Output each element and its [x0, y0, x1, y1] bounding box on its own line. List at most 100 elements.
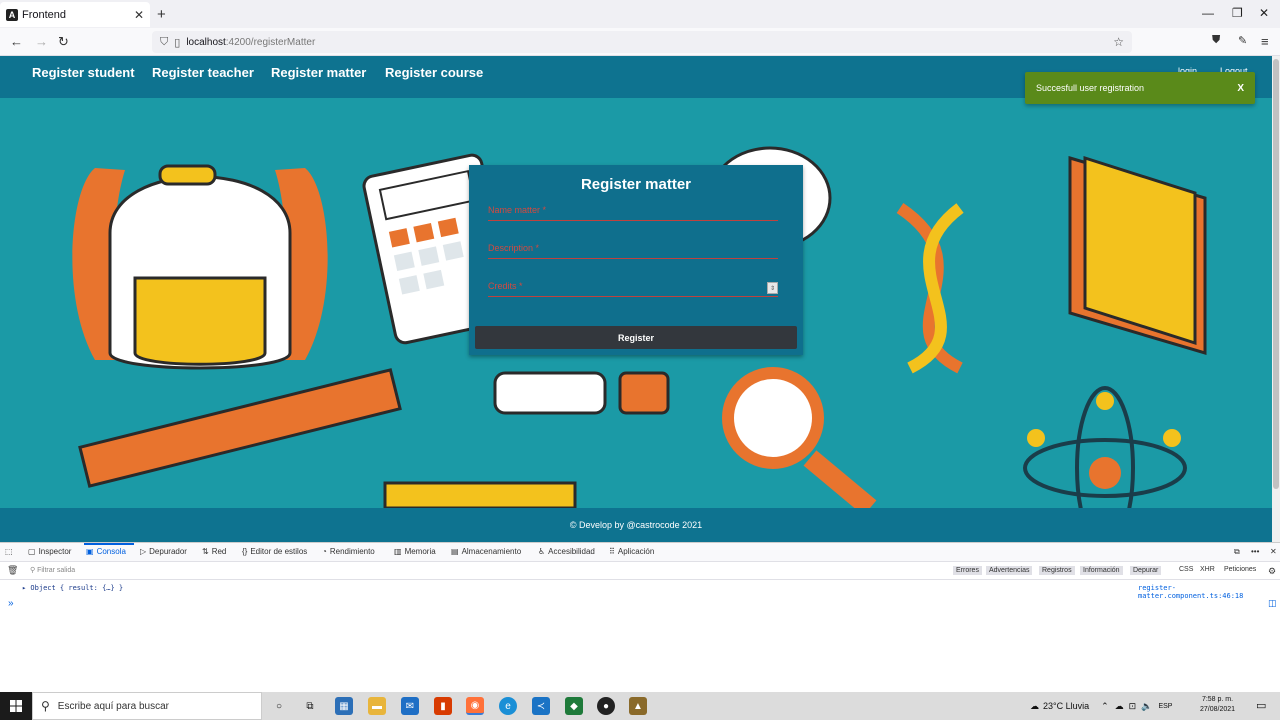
- devtools-tab-style-editor[interactable]: {} Editor de estilos: [242, 547, 307, 556]
- split-console-icon[interactable]: ◫: [1268, 598, 1277, 609]
- description-field[interactable]: Description *: [488, 243, 778, 259]
- task-view-icon[interactable]: ⧉: [301, 697, 319, 715]
- filter-debug[interactable]: Depurar: [1130, 566, 1162, 575]
- console-log-entry[interactable]: ▸ Object { result: {…} }: [22, 584, 123, 592]
- new-tab-icon[interactable]: +: [157, 6, 166, 23]
- settings-gear-icon[interactable]: ⚙: [1268, 566, 1276, 577]
- tab-label: Rendimiento: [329, 547, 375, 556]
- performance-icon: ◔: [322, 547, 327, 556]
- network-icon[interactable]: ⊡: [1129, 701, 1137, 712]
- windows-start-button[interactable]: [0, 692, 32, 720]
- clock[interactable]: 7:58 p. m. 27/08/2021: [1200, 695, 1235, 715]
- filter-placeholder: Filtrar salida: [37, 567, 76, 574]
- mongodb-icon[interactable]: ◆: [565, 697, 583, 715]
- filter-css[interactable]: CSS: [1179, 566, 1193, 573]
- close-window-icon[interactable]: ✕: [1259, 6, 1269, 20]
- devtools-tab-storage[interactable]: ▤ Almacenamiento: [451, 547, 521, 556]
- tab-label: Consola: [96, 547, 126, 556]
- console-icon: ▣: [86, 547, 94, 556]
- pocket-icon[interactable]: ⛊: [1212, 34, 1220, 47]
- browser-tab[interactable]: A Frontend ✕: [0, 2, 150, 27]
- snackbar-message: Succesfull user registration: [1036, 83, 1145, 93]
- nav-register-student[interactable]: Register student: [32, 65, 135, 80]
- back-icon[interactable]: ←: [10, 34, 23, 49]
- url-path: :4200/registerMatter: [225, 36, 316, 48]
- filter-xhr[interactable]: XHR: [1200, 566, 1215, 573]
- extension-icon[interactable]: ✎: [1238, 34, 1247, 47]
- weather-icon: ☁: [1030, 700, 1039, 711]
- tab-title: Frontend: [22, 8, 67, 21]
- onedrive-icon[interactable]: ☁: [1115, 701, 1124, 712]
- page-icon: ▯: [174, 36, 181, 49]
- nav-register-course[interactable]: Register course: [385, 65, 483, 80]
- file-explorer-icon[interactable]: ▬: [368, 697, 386, 715]
- devtools-tab-application[interactable]: ⠿ Aplicación: [609, 547, 654, 556]
- filter-logs[interactable]: Registros: [1039, 566, 1075, 575]
- mail-icon[interactable]: ✉: [401, 697, 419, 715]
- url-bar[interactable]: ⛉ ▯ localhost:4200/registerMatter ☆: [152, 31, 1132, 53]
- network-icon: ⇅: [202, 547, 209, 556]
- console-log-source-link[interactable]: register-matter.component.ts:46:18: [1138, 584, 1280, 600]
- search-icon: ⚲: [41, 699, 50, 713]
- tab-label: Memoria: [404, 547, 436, 556]
- minimize-icon[interactable]: —: [1202, 6, 1214, 20]
- close-tab-icon[interactable]: ✕: [134, 8, 144, 22]
- maximize-icon[interactable]: ❐: [1232, 6, 1243, 20]
- browser-tab-bar: [0, 0, 1280, 28]
- cortana-icon[interactable]: ○: [270, 697, 288, 715]
- nav-register-teacher[interactable]: Register teacher: [152, 65, 254, 80]
- vscode-icon[interactable]: ≺: [532, 697, 550, 715]
- firefox-icon[interactable]: ◉: [466, 697, 484, 715]
- reload-icon[interactable]: ↻: [58, 34, 69, 50]
- app-icon[interactable]: ●: [597, 697, 615, 715]
- game-icon[interactable]: ▲: [629, 697, 647, 715]
- nav-register-matter[interactable]: Register matter: [271, 65, 366, 80]
- trash-icon[interactable]: 🗑: [7, 565, 18, 576]
- devtools-tab-network[interactable]: ⇅ Red: [202, 547, 226, 556]
- pick-element-icon[interactable]: ⬚: [5, 547, 16, 556]
- url-host: localhost: [186, 36, 226, 48]
- bookmark-star-icon[interactable]: ☆: [1113, 35, 1124, 49]
- tab-label: Editor de estilos: [250, 547, 308, 556]
- filter-errors[interactable]: Errores: [953, 566, 982, 575]
- devtools-tab-inspector[interactable]: ▢ Inspector: [28, 547, 71, 556]
- devtools-tab-performance[interactable]: ◔ Rendimiento: [322, 547, 375, 556]
- language-indicator[interactable]: ESP: [1158, 703, 1172, 710]
- shield-icon: ⛉: [160, 35, 169, 48]
- credits-stepper[interactable]: ⇕: [767, 282, 778, 294]
- filter-warnings[interactable]: Advertencias: [986, 566, 1033, 575]
- devtools-tab-memory[interactable]: ▥ Memoria: [394, 547, 436, 556]
- tab-label: Aplicación: [617, 547, 655, 556]
- snackbar-close-button[interactable]: X: [1237, 83, 1244, 94]
- tab-label: Almacenamiento: [461, 547, 522, 556]
- scrollbar-thumb[interactable]: [1273, 59, 1279, 489]
- name-matter-field[interactable]: Name matter *: [488, 205, 778, 221]
- credits-field[interactable]: Credits *: [488, 281, 778, 297]
- close-devtools-icon[interactable]: ✕: [1270, 547, 1277, 556]
- menu-icon[interactable]: ≡: [1261, 34, 1269, 49]
- show-hidden-icons[interactable]: ⌃: [1101, 701, 1109, 712]
- devtools-tab-console[interactable]: ▣ Consola: [86, 547, 126, 556]
- filter-output-input[interactable]: ⚲ Filtrar salida: [30, 566, 75, 574]
- accessibility-icon: ♿: [538, 547, 546, 556]
- filter-requests[interactable]: Peticiones: [1224, 566, 1256, 573]
- angular-icon: A: [6, 8, 18, 21]
- weather-text[interactable]: 23°C Lluvia: [1043, 701, 1089, 711]
- devtools-tab-debugger[interactable]: ▷ Depurador: [140, 547, 187, 556]
- notification-icon[interactable]: ▭: [1256, 699, 1266, 712]
- register-button[interactable]: Register: [475, 326, 797, 349]
- more-options-icon[interactable]: •••: [1251, 547, 1259, 556]
- office-icon[interactable]: ▮: [434, 697, 452, 715]
- style-editor-icon: {}: [242, 547, 248, 556]
- forward-icon[interactable]: →: [35, 34, 48, 49]
- console-prompt-icon[interactable]: »: [8, 598, 14, 609]
- dock-icon[interactable]: ⧉: [1234, 547, 1240, 557]
- filter-info[interactable]: Información: [1080, 566, 1123, 575]
- tab-label: Inspector: [38, 547, 72, 556]
- tab-label: Accesibilidad: [548, 547, 595, 556]
- devtools-tab-accessibility[interactable]: ♿ Accesibilidad: [538, 547, 595, 556]
- taskbar-search-input[interactable]: ⚲ Escribe aquí para buscar: [32, 692, 262, 720]
- store-icon[interactable]: ▦: [335, 697, 353, 715]
- edge-icon[interactable]: e: [499, 697, 517, 715]
- volume-icon[interactable]: 🔈: [1141, 701, 1152, 712]
